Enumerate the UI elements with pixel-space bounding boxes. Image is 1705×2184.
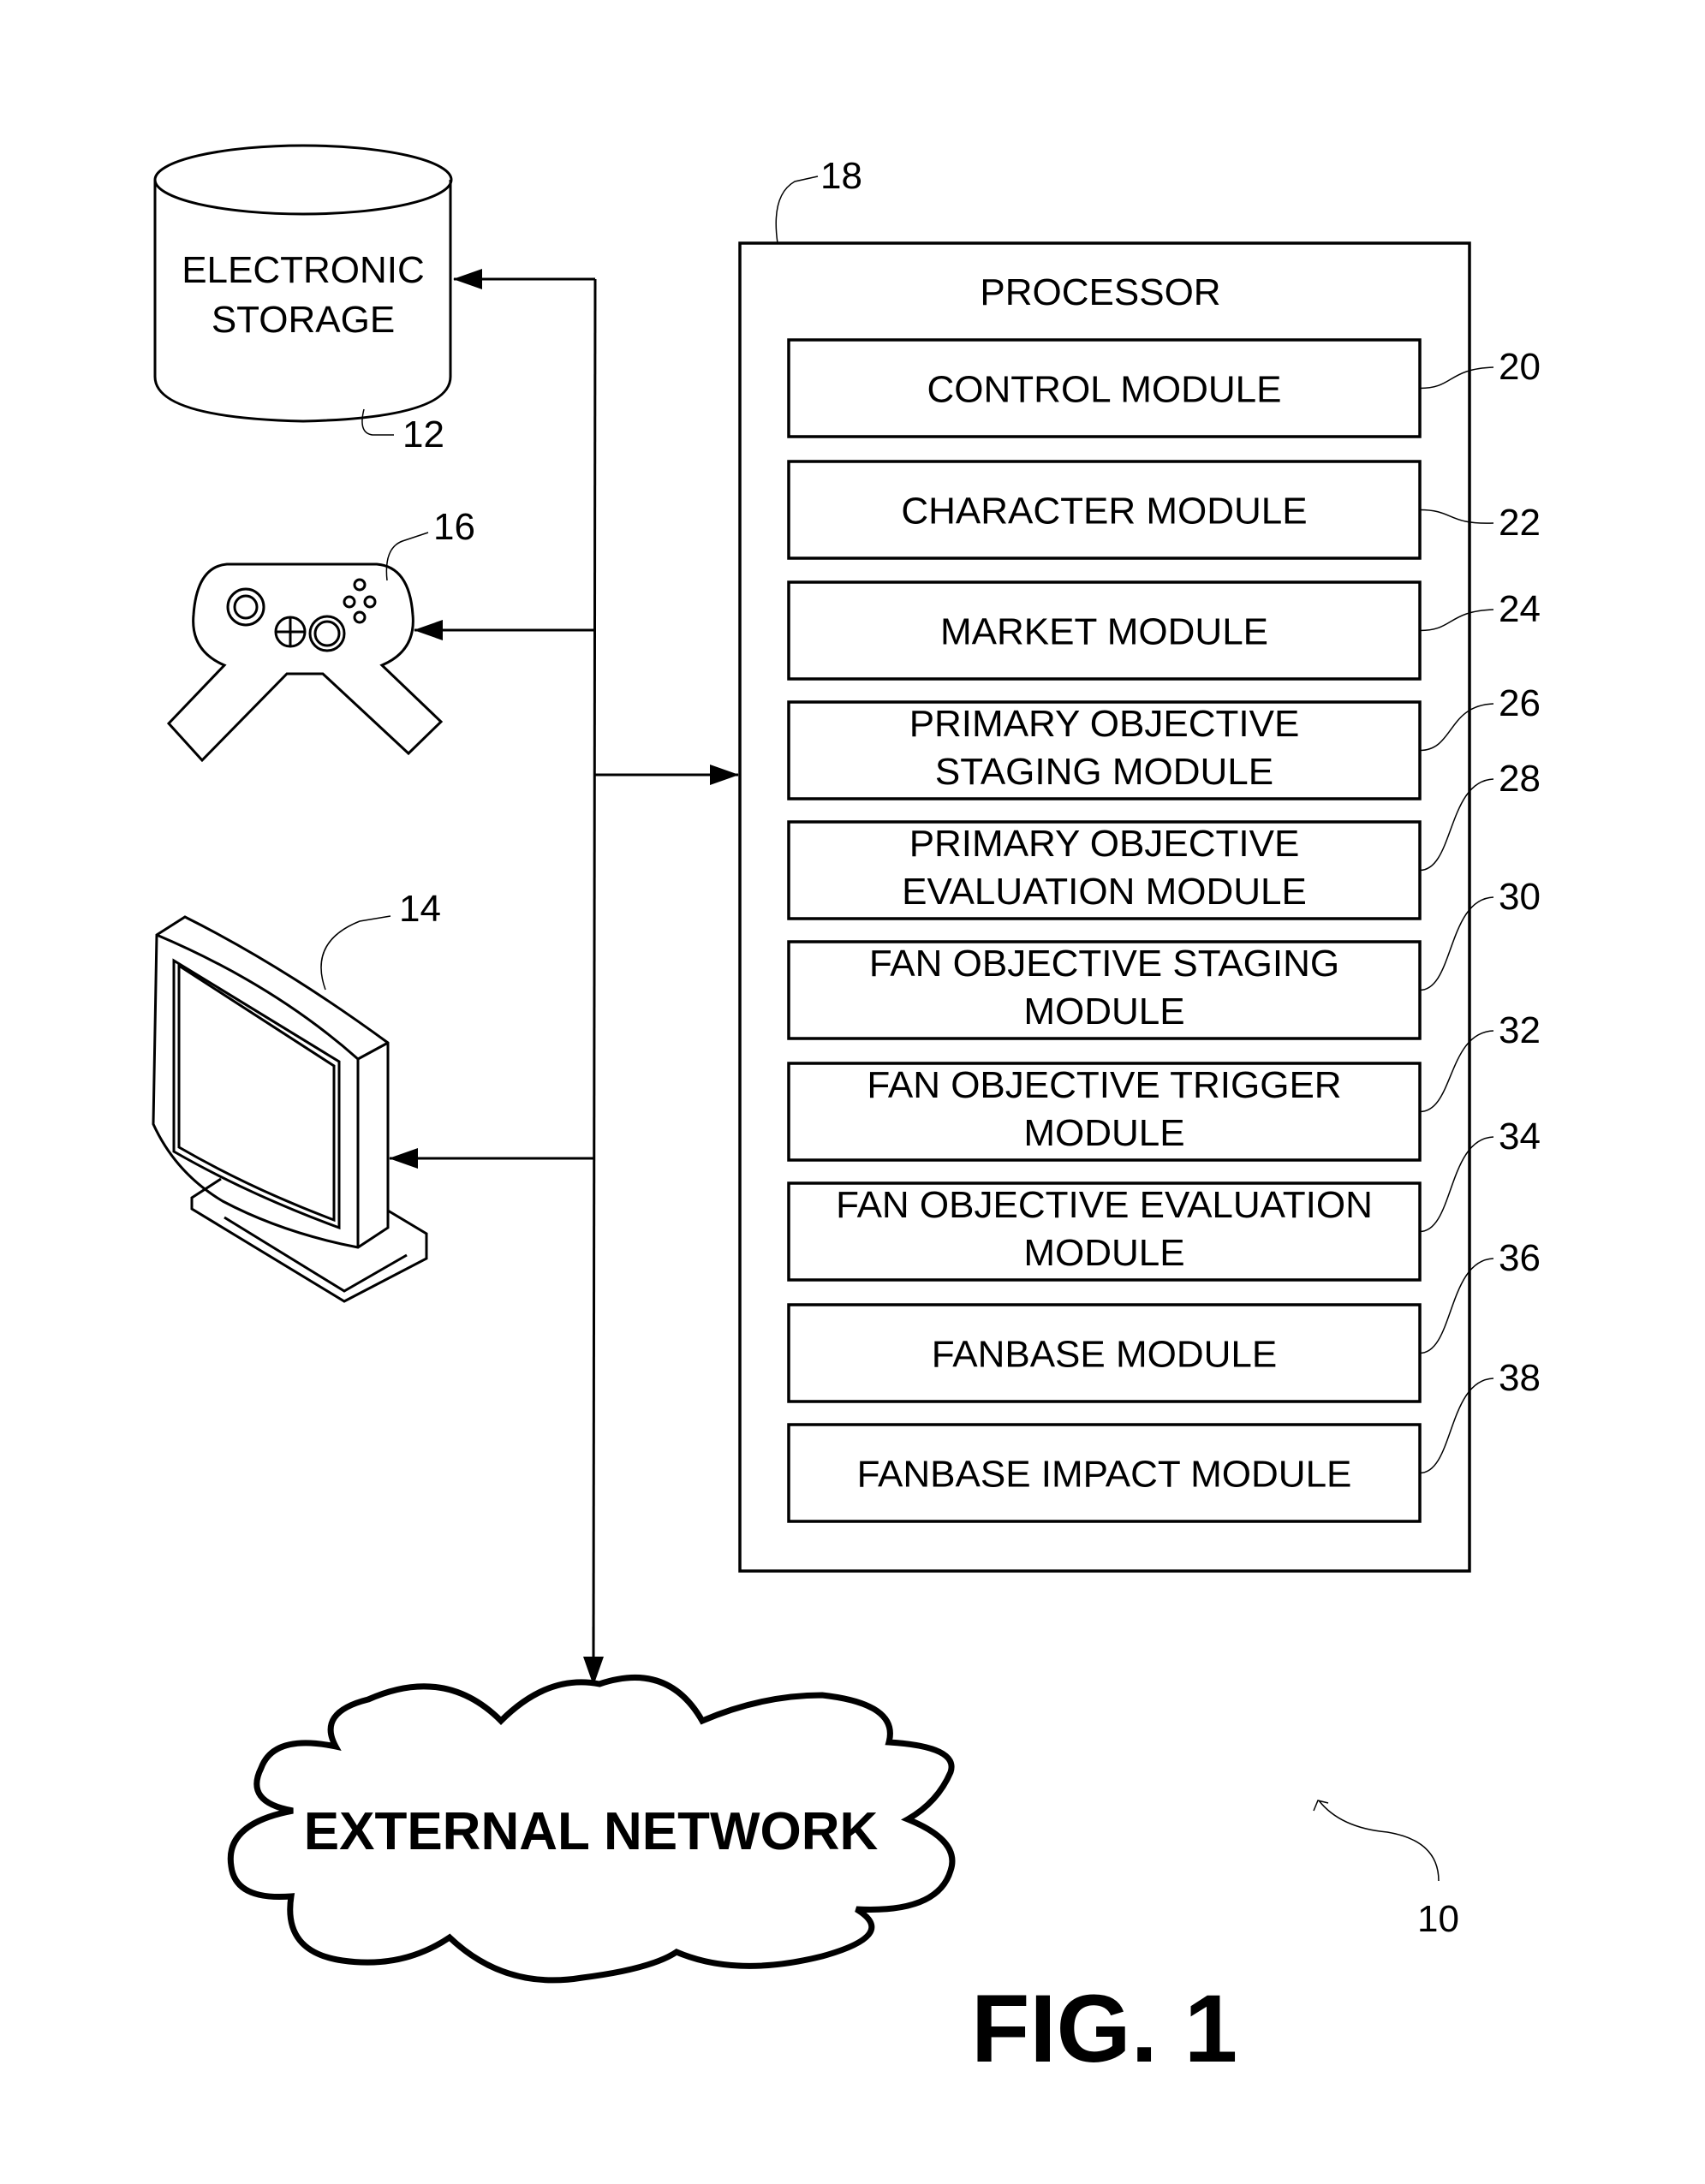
- module-ref: 28: [1499, 758, 1541, 800]
- processor-title: PROCESSOR: [980, 271, 1220, 313]
- controller-ref: 16: [433, 506, 475, 548]
- module-ref: 26: [1499, 682, 1541, 724]
- module-label-line-2: MODULE: [1023, 991, 1184, 1032]
- display-monitor: 14: [152, 888, 441, 1303]
- module-ref: 30: [1499, 876, 1541, 918]
- figure-title: FIG. 1: [971, 1975, 1237, 2082]
- storage-ref: 12: [402, 414, 444, 455]
- electronic-storage: ELECTRONIC STORAGE 12: [153, 144, 453, 455]
- module-ref: 24: [1499, 588, 1541, 630]
- module-ref: 32: [1499, 1009, 1541, 1051]
- game-controller: 16: [166, 506, 475, 763]
- system-ref: 10: [1417, 1898, 1459, 1940]
- connection-bus: [389, 269, 739, 1686]
- module-label-line-1: FANBASE IMPACT MODULE: [857, 1454, 1352, 1496]
- module-label-line-1: FAN OBJECTIVE EVALUATION: [836, 1184, 1373, 1226]
- storage-label-line-2: STORAGE: [212, 299, 395, 341]
- controller-ref-leader: [385, 532, 429, 581]
- network-label: EXTERNAL NETWORK: [304, 1802, 879, 1861]
- module-label-line-1: CONTROL MODULE: [927, 369, 1282, 411]
- monitor-icon: [152, 915, 428, 1303]
- module-label-line-1: PRIMARY OBJECTIVE: [909, 703, 1300, 745]
- module-ref: 22: [1499, 502, 1541, 544]
- display-ref-leader: [320, 915, 391, 991]
- module-label-line-1: FAN OBJECTIVE TRIGGER: [867, 1064, 1341, 1106]
- module-label-line-1: PRIMARY OBJECTIVE: [909, 823, 1300, 865]
- processor: PROCESSOR 18 CONTROL MODULE 20 CHARACTER M…: [738, 155, 1541, 1573]
- module-ref: 38: [1499, 1357, 1541, 1399]
- module-label-line-1: FANBASE MODULE: [932, 1334, 1277, 1376]
- system-diagram: ELECTRONIC STORAGE 12 16 14 PROCESSOR 18…: [152, 144, 1541, 2082]
- module-label-line-1: CHARACTER MODULE: [901, 491, 1307, 533]
- external-network: EXTERNAL NETWORK: [227, 1675, 956, 1984]
- module-label-line-1: MARKET MODULE: [940, 611, 1268, 653]
- gamepad-icon: [166, 562, 444, 763]
- module-label-line-2: MODULE: [1023, 1232, 1184, 1274]
- storage-label-line-1: ELECTRONIC: [182, 249, 425, 291]
- module-label-line-2: EVALUATION MODULE: [902, 871, 1307, 913]
- module-label-line-1: FAN OBJECTIVE STAGING: [869, 943, 1339, 985]
- module-ref: 34: [1499, 1116, 1541, 1157]
- system-ref-leader: [1318, 1800, 1440, 1882]
- module-label-line-2: STAGING MODULE: [935, 751, 1273, 793]
- bus-trunk-line: [592, 278, 597, 1675]
- module-ref: 20: [1499, 346, 1541, 388]
- module-label-line-2: MODULE: [1023, 1112, 1184, 1154]
- display-ref: 14: [399, 888, 441, 930]
- module-ref: 36: [1499, 1237, 1541, 1279]
- system-reference: 10: [1313, 1800, 1459, 1940]
- processor-ref-leader: [775, 176, 819, 244]
- processor-ref: 18: [820, 155, 862, 197]
